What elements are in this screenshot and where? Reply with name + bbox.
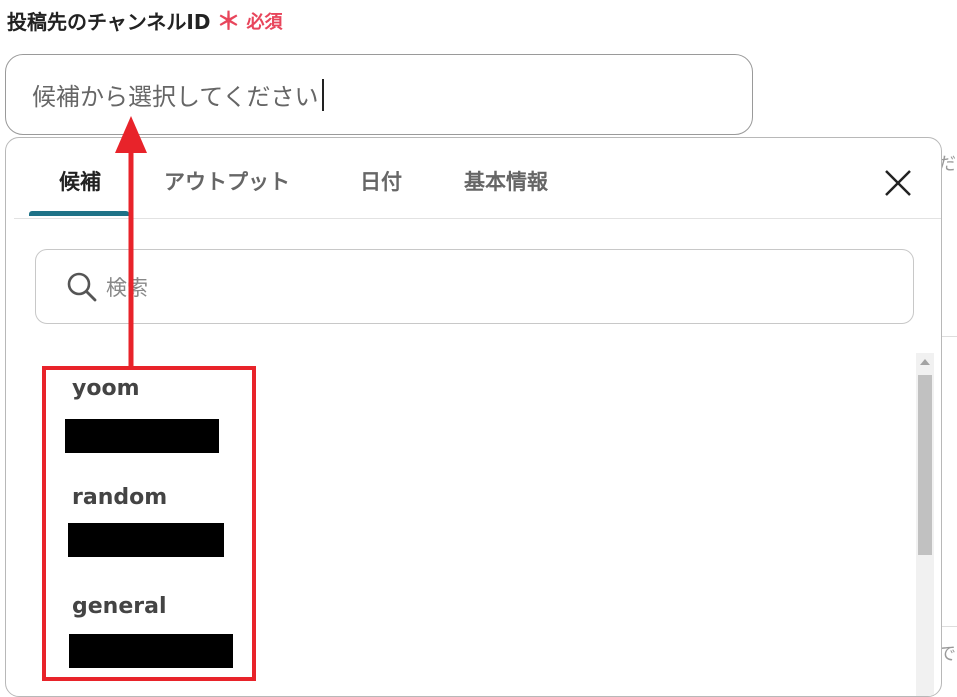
annotation-arrow-icon xyxy=(115,116,147,366)
